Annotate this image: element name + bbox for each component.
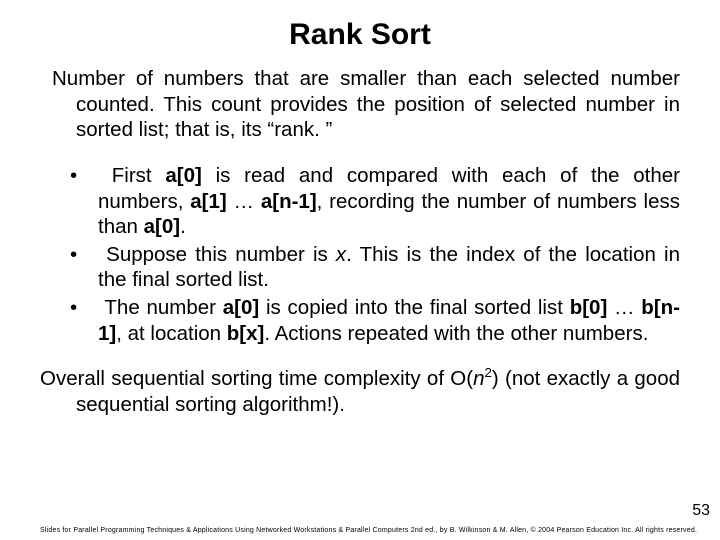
closing-paragraph: Overall sequential sorting time complexi… bbox=[40, 366, 680, 417]
closing-var: n bbox=[473, 367, 484, 390]
intro-paragraph: Number of numbers that are smaller than … bbox=[40, 66, 680, 143]
b3-mid1: is copied into the final sorted list bbox=[259, 296, 569, 319]
b3-mid3: , at location bbox=[116, 322, 227, 345]
page-number: 53 bbox=[692, 502, 710, 520]
b3-mid2: … bbox=[607, 296, 641, 319]
b3-bold1: a[0] bbox=[223, 296, 259, 319]
b3-pre: The number bbox=[104, 296, 222, 319]
bullet-3: The number a[0] is copied into the final… bbox=[70, 295, 680, 346]
bullet-list: First a[0] is read and compared with eac… bbox=[40, 163, 680, 346]
slide-title: Rank Sort bbox=[40, 18, 680, 52]
intro-text: Number of numbers that are smaller than … bbox=[52, 66, 680, 143]
b2-pre: Suppose this number is bbox=[106, 243, 336, 266]
b1-mid2: … bbox=[227, 190, 261, 213]
bullet-1: First a[0] is read and compared with eac… bbox=[70, 163, 680, 240]
closing-sup: 2 bbox=[484, 365, 491, 380]
b3-bold4: b[x] bbox=[227, 322, 265, 345]
closing-pre: Overall sequential sorting time complexi… bbox=[40, 367, 473, 390]
b3-bold2: b[0] bbox=[570, 296, 608, 319]
b1-post: . bbox=[180, 215, 186, 238]
b1-bold3: a[n-1] bbox=[261, 190, 317, 213]
b1-pre: First bbox=[112, 164, 166, 187]
b1-bold4: a[0] bbox=[144, 215, 180, 238]
b2-italic1: x bbox=[336, 243, 346, 266]
footer-text: Slides for Parallel Programming Techniqu… bbox=[40, 527, 697, 534]
bullet-2: Suppose this number is x. This is the in… bbox=[70, 242, 680, 293]
b1-bold1: a[0] bbox=[165, 164, 201, 187]
slide: Rank Sort Number of numbers that are sma… bbox=[0, 0, 720, 540]
b1-bold2: a[1] bbox=[190, 190, 226, 213]
b3-post: . Actions repeated with the other number… bbox=[264, 322, 648, 345]
